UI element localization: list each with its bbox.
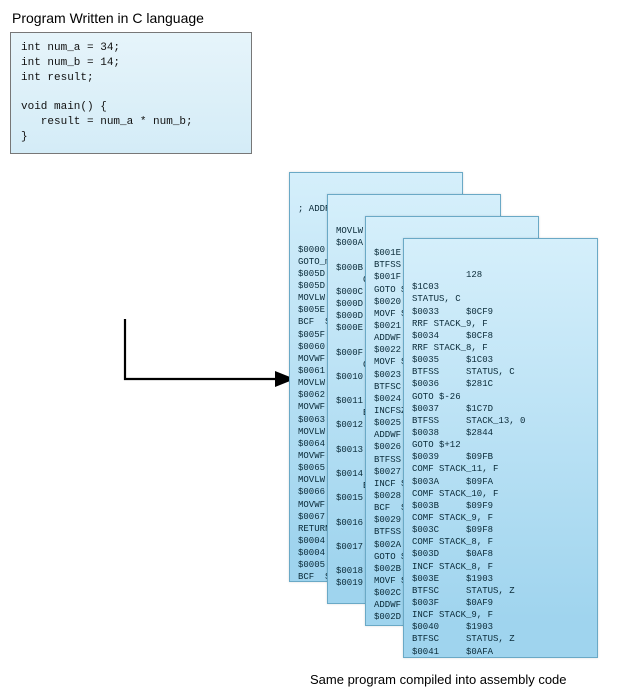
c-code-box: int num_a = 34; int num_b = 14; int resu…: [10, 32, 252, 154]
asm-page-4-body: 128 $1C03 STATUS, C $0033 $0CF9 RRF STAC…: [412, 269, 589, 658]
assembly-stack: ; ADDRESS $0000 GOTO_m $005D $005D MOVLW…: [289, 172, 619, 652]
asm-caption: Same program compiled into assembly code: [310, 672, 567, 687]
c-title: Program Written in C language: [12, 10, 611, 26]
compile-arrow: [115, 319, 305, 439]
asm-page-4: 128 $1C03 STATUS, C $0033 $0CF9 RRF STAC…: [403, 238, 598, 658]
